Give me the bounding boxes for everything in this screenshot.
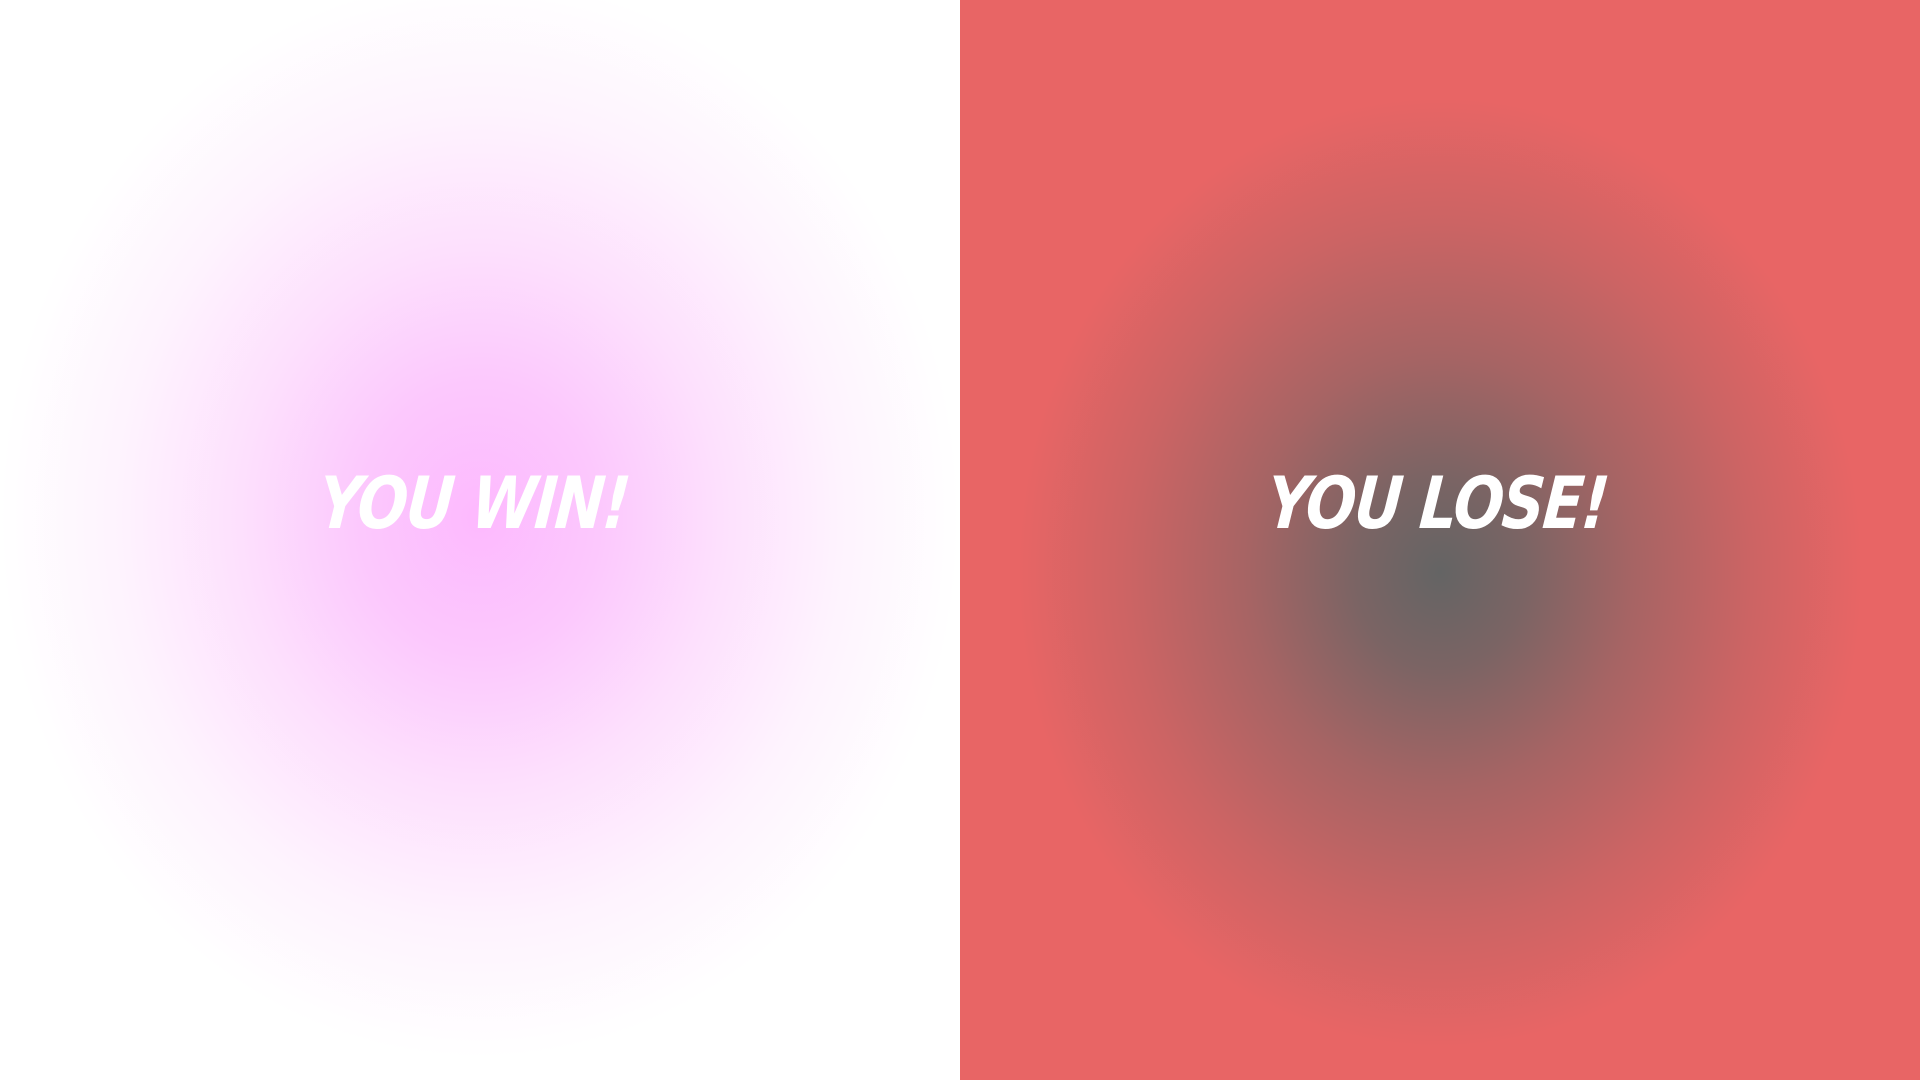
win-panel: YOU WIN! [0, 0, 960, 1080]
win-label: YOU WIN! [315, 461, 633, 545]
lose-label: YOU LOSE! [1263, 461, 1611, 545]
lose-panel: YOU LOSE! [960, 0, 1920, 1080]
result-screen: YOU WIN! YOU LOSE! [0, 0, 1920, 1080]
